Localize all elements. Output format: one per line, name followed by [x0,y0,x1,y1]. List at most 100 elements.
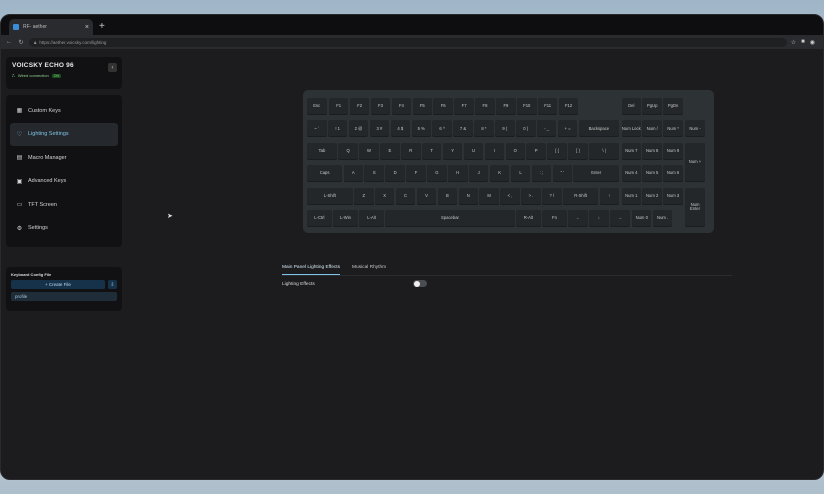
back-icon[interactable]: ← [5,39,13,45]
key-symbol[interactable]: ~ ` [307,120,327,138]
key-f3[interactable]: F3 [370,98,391,115]
sidebar-item-custom-keys[interactable]: ▦ Custom Keys [10,99,118,122]
key-r[interactable]: R [401,142,421,160]
key-num[interactable]: Num + [685,142,705,183]
new-tab-button[interactable]: + [99,19,105,35]
key-f2[interactable]: F2 [349,98,370,115]
key-symbol[interactable]: > . [521,187,541,205]
key-num[interactable]: Num . [652,210,673,227]
extensions-icon[interactable]: ■ [801,39,805,46]
star-icon[interactable]: ☆ [791,39,796,46]
sidebar-item-advanced-keys[interactable]: ▣ Advanced Keys [10,170,118,193]
key-q[interactable]: Q [338,142,358,160]
key-num-enter[interactable]: Num Enter [685,187,705,227]
key-n[interactable]: N [458,187,479,205]
key-spacebar[interactable]: Spacebar [385,210,515,227]
key-num[interactable]: Num - [685,120,705,138]
sidebar-item-lighting-settings[interactable]: ♡ Lighting Settings [10,122,118,146]
key-d[interactable]: D [385,165,405,183]
key-l-alt[interactable]: L-Alt [359,210,384,227]
close-tab-icon[interactable]: × [85,24,89,31]
key-l-win[interactable]: L-Win [333,210,358,227]
key-caps[interactable]: Caps [307,165,343,183]
key-l-shift[interactable]: L-Shift [307,187,353,205]
key-v[interactable]: V [416,187,437,205]
key-symbol[interactable]: " ' [552,165,573,183]
key-num-7[interactable]: Num 7 [621,142,642,160]
key-8[interactable]: 8 * [474,120,494,138]
key-j[interactable]: J [468,165,489,183]
key-b[interactable]: B [437,187,458,205]
key-z[interactable]: Z [354,187,374,205]
key-5[interactable]: 5 % [411,120,431,138]
key-0[interactable]: 0 ) [516,120,536,138]
profile-item[interactable]: profile [11,292,117,301]
tab-musical-rhythm[interactable]: Musical Rhythm [352,262,386,275]
key-h[interactable]: H [448,165,468,183]
key-fn[interactable]: Fn [542,210,567,227]
key-num-lock[interactable]: Num Lock [621,120,642,138]
key-num-0[interactable]: Num 0 [631,210,652,227]
key-num-5[interactable]: Num 5 [642,165,662,183]
browser-tab[interactable]: RF- aether × [9,19,93,35]
key-symbol[interactable]: + = [557,120,578,138]
key-symbol[interactable]: - _ [536,120,557,138]
key-4[interactable]: 4 $ [390,120,411,138]
key-symbol[interactable]: ↑ [599,187,620,205]
key-k[interactable]: K [489,165,510,183]
key-9[interactable]: 9 ( [495,120,515,138]
key-2[interactable]: 2 @ [348,120,369,138]
key-s[interactable]: S [364,165,384,183]
key-num-3[interactable]: Num 3 [663,187,683,205]
key-3[interactable]: 3 # [369,120,390,138]
key-a[interactable]: A [343,165,364,183]
key-o[interactable]: O [505,142,526,160]
key-pgup[interactable]: PgUp [642,98,662,115]
profile-icon[interactable]: ◉ [810,39,815,46]
key-7[interactable]: 7 & [453,120,473,138]
key-pgdn[interactable]: PgDn [663,98,683,115]
key-l[interactable]: L [510,165,531,183]
key-w[interactable]: W [359,142,379,160]
key-num-4[interactable]: Num 4 [621,165,642,183]
key-1[interactable]: ! 1 [327,120,348,138]
key-del[interactable]: Del [621,98,642,115]
key-l-ctrl[interactable]: L-Ctrl [307,210,332,227]
key-symbol[interactable]: : ; [531,165,552,183]
key-num-8[interactable]: Num 8 [642,142,662,160]
reload-icon[interactable]: ↻ [17,39,25,46]
key-r-shift[interactable]: R-Shift [563,187,599,205]
key-symbol[interactable]: < , [500,187,520,205]
sidebar-item-macro-manager[interactable]: ▤ Macro Manager [10,146,118,169]
key-num-2[interactable]: Num 2 [642,187,662,205]
key-symbol[interactable]: \ | [589,142,620,160]
key-symbol[interactable]: [ { [547,142,567,160]
sidebar-item-settings[interactable]: ⚙ Settings [10,217,118,240]
key-c[interactable]: C [395,187,416,205]
key-symbol[interactable]: → [610,210,630,227]
key-symbol[interactable]: ↓ [589,210,609,227]
key-m[interactable]: M [479,187,499,205]
key-6[interactable]: 6 ^ [432,120,452,138]
key-f12[interactable]: F12 [558,98,579,115]
lighting-effects-toggle[interactable] [413,280,427,287]
key-f[interactable]: F [406,165,426,183]
key-symbol[interactable]: ] } [568,142,588,160]
key-num[interactable]: Num / [642,120,662,138]
key-num-1[interactable]: Num 1 [621,187,642,205]
key-num-9[interactable]: Num 9 [663,142,683,160]
key-f10[interactable]: F10 [517,98,537,115]
key-f1[interactable]: F1 [328,98,349,115]
key-y[interactable]: Y [442,142,463,160]
key-f9[interactable]: F9 [496,98,516,115]
key-f6[interactable]: F6 [433,98,453,115]
create-file-button[interactable]: + Create File [11,280,105,289]
key-u[interactable]: U [463,142,484,160]
key-f8[interactable]: F8 [475,98,495,115]
key-esc[interactable]: Esc [307,98,327,115]
key-num[interactable]: Num * [663,120,683,138]
key-tab[interactable]: Tab [307,142,337,160]
key-e[interactable]: E [380,142,400,160]
key-backspace[interactable]: Backspace [578,120,620,138]
key-t[interactable]: T [421,142,442,160]
